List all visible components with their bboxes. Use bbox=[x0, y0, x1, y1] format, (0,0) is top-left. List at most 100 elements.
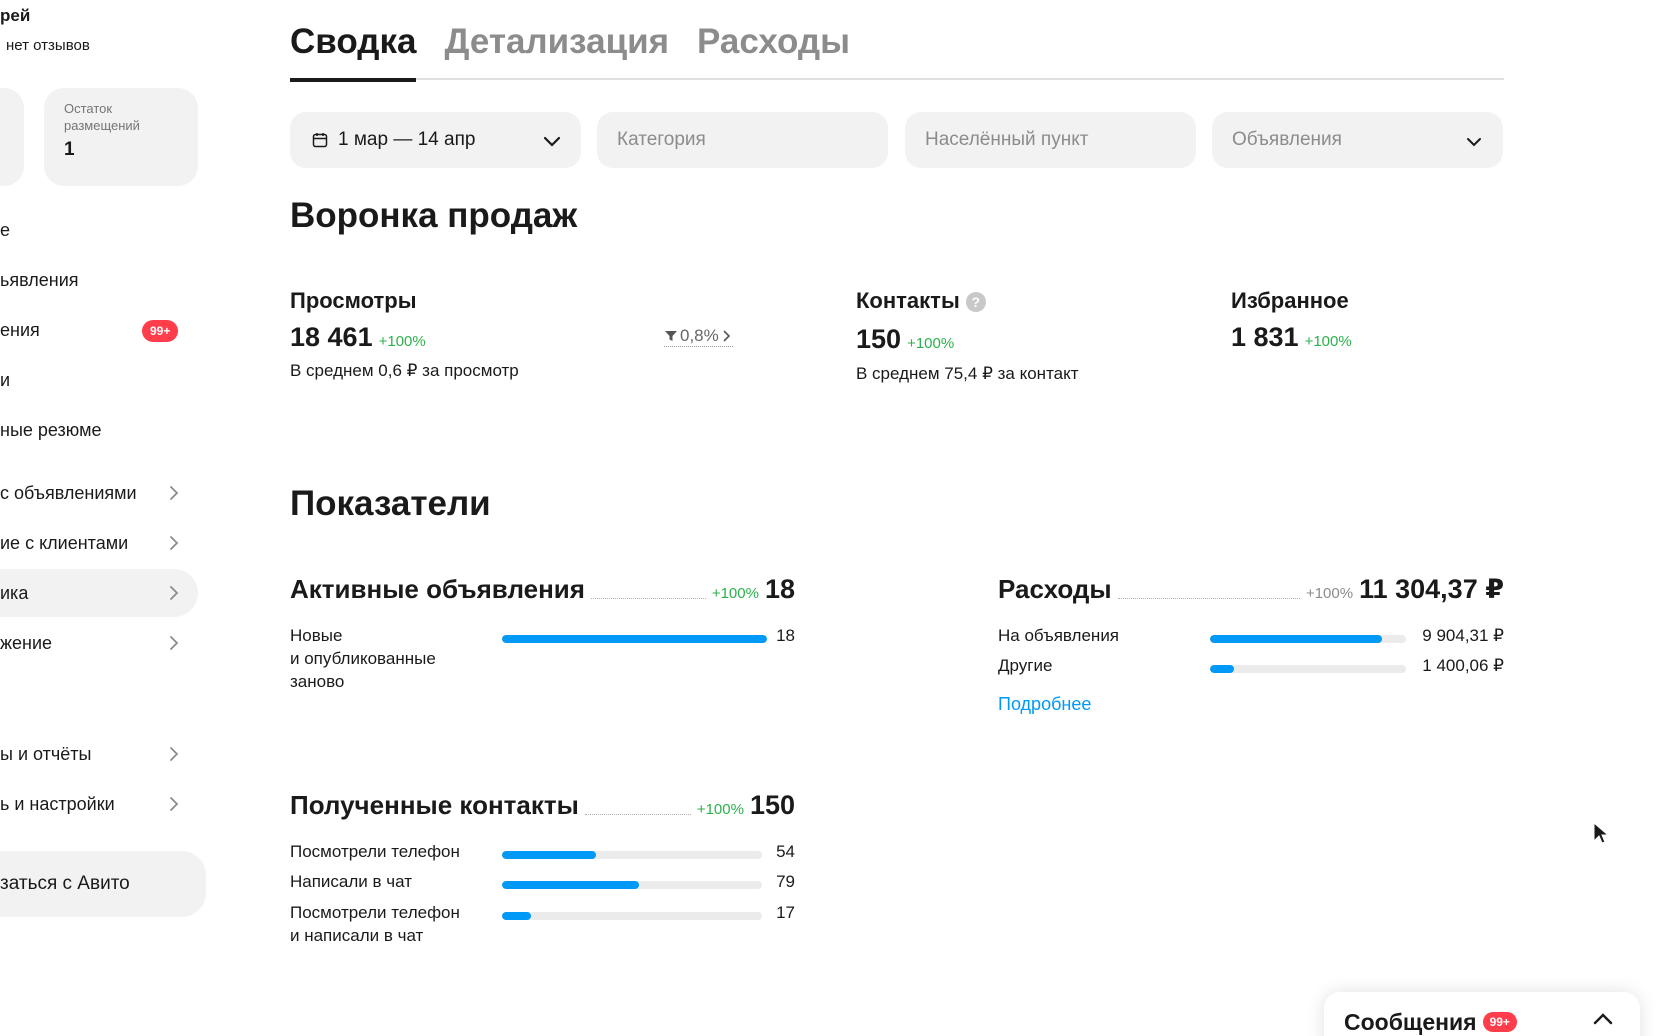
expenses-title: Расходы bbox=[998, 574, 1112, 604]
sidebar-item-settings[interactable]: ь и настройки bbox=[0, 780, 198, 828]
bar-label: Посмотрели телефон и написали в чат bbox=[290, 903, 460, 945]
contacts-row-phone: Посмотрели телефон 54 bbox=[290, 840, 795, 864]
messages-badge: 99+ bbox=[1482, 1012, 1517, 1032]
sidebar-item-ads[interactable]: ьявления bbox=[0, 256, 198, 304]
profile-name[interactable]: рей bbox=[0, 6, 30, 26]
favorites-title: Избранное bbox=[1231, 288, 1349, 313]
sidebar-item-analytics[interactable]: ика bbox=[0, 569, 198, 617]
views-title: Просмотры bbox=[290, 288, 417, 313]
bar-fill bbox=[502, 851, 596, 859]
contacts-row-chat: Написали в чат 79 bbox=[290, 870, 795, 894]
expenses-delta: +100% bbox=[1305, 585, 1354, 602]
chevron-right-icon bbox=[723, 330, 730, 342]
sidebar-messages-badge: 99+ bbox=[142, 320, 179, 342]
tab-summary[interactable]: Сводка bbox=[290, 18, 417, 82]
active-ads-header: Активные объявления +100% 18 bbox=[290, 574, 795, 605]
bar-track bbox=[502, 912, 762, 920]
dotted-leader bbox=[1117, 598, 1300, 599]
bar-value: 9 904,31 ₽ bbox=[1422, 626, 1504, 645]
sidebar-item-ads-work[interactable]: с объявлениями bbox=[0, 469, 198, 517]
sidebar-item-label: е bbox=[0, 219, 11, 240]
funnel-icon bbox=[665, 331, 677, 341]
tab-bar: Сводка Детализация Расходы bbox=[290, 18, 1504, 82]
ads-select[interactable]: Объявления bbox=[1212, 112, 1503, 168]
contacts-number: 150 bbox=[856, 324, 902, 354]
sidebar-item-resumes[interactable]: ные резюме bbox=[0, 406, 198, 454]
calendar-icon bbox=[312, 133, 328, 148]
bar-value: 17 bbox=[776, 903, 795, 922]
bar-fill bbox=[1210, 635, 1382, 643]
sidebar-item-label: с объявлениями bbox=[0, 482, 137, 503]
expenses-header: Расходы +100% 11 304,37 ₽ bbox=[998, 574, 1504, 605]
sidebar-item-label: ь и настройки bbox=[0, 793, 115, 814]
tab-expenses[interactable]: Расходы bbox=[697, 18, 850, 80]
sidebar-item-clients[interactable]: ие с клиентами bbox=[0, 519, 198, 567]
received-contacts-delta: +100% bbox=[696, 801, 744, 818]
views-conversion[interactable]: 0,8% bbox=[664, 326, 733, 347]
bar-track bbox=[502, 851, 762, 859]
sidebar-item-label: ика bbox=[0, 582, 29, 603]
sidebar: рей нет отзывов Остаток размещений 1 е ь… bbox=[0, 0, 210, 1036]
sidebar-item-3[interactable]: и bbox=[0, 356, 198, 404]
sidebar-item-label: ие с клиентами bbox=[0, 532, 129, 553]
funnel-title: Воронка продаж bbox=[290, 196, 578, 235]
profile-reviews[interactable]: нет отзывов bbox=[6, 37, 90, 54]
contacts-row-both: Посмотрели телефон и написали в чат 17 bbox=[290, 901, 795, 949]
messages-widget[interactable]: Сообщения 99+ bbox=[1324, 992, 1640, 1036]
chevron-right-icon bbox=[170, 797, 179, 811]
bar-value: 18 bbox=[776, 626, 795, 645]
bar-label: Посмотрели телефон bbox=[290, 842, 460, 861]
active-ads-title: Активные объявления bbox=[290, 574, 585, 604]
bar-fill bbox=[502, 912, 532, 920]
bar-value: 79 bbox=[776, 872, 795, 891]
views-value: 18 461 +100% bbox=[290, 322, 426, 353]
expenses-more-link[interactable]: Подробнее bbox=[998, 694, 1091, 715]
sidebar-item-0[interactable]: е bbox=[0, 206, 198, 254]
date-range-value: 1 мар — 14 апр bbox=[338, 129, 476, 150]
ads-placeholder: Объявления bbox=[1232, 129, 1342, 150]
chevron-right-icon bbox=[170, 536, 179, 550]
favorites-value: 1 831 +100% bbox=[1231, 322, 1352, 353]
chevron-right-icon bbox=[170, 747, 179, 761]
received-contacts-title: Полученные контакты bbox=[290, 790, 579, 820]
contact-avito-button[interactable]: заться с Авито bbox=[0, 851, 206, 917]
active-ads-delta: +100% bbox=[711, 585, 759, 602]
category-placeholder: Категория bbox=[617, 129, 706, 150]
date-range-select[interactable]: 1 мар — 14 апр bbox=[290, 112, 581, 168]
indicators-title: Показатели bbox=[290, 484, 491, 523]
bar-value: 1 400,06 ₽ bbox=[1422, 656, 1504, 675]
favorites-number: 1 831 bbox=[1231, 322, 1299, 352]
sidebar-item-label: ьявления bbox=[0, 269, 79, 290]
chevron-down-icon bbox=[1467, 138, 1481, 147]
chevron-right-icon bbox=[170, 586, 179, 600]
chevron-down-icon bbox=[543, 136, 561, 147]
contact-avito-label: заться с Авито bbox=[0, 873, 130, 894]
sidebar-item-label: ные резюме bbox=[0, 419, 102, 440]
bar-track bbox=[502, 635, 767, 643]
sidebar-item-promotion[interactable]: жение bbox=[0, 619, 198, 667]
chevron-up-icon[interactable] bbox=[1590, 1006, 1616, 1032]
bar-track bbox=[1210, 635, 1406, 643]
placements-left-label: Остаток размещений bbox=[64, 101, 140, 133]
messages-title: Сообщения bbox=[1344, 1008, 1477, 1035]
location-select[interactable]: Населённый пункт bbox=[905, 112, 1196, 168]
contacts-average: В среднем 75,4 ₽ за контакт bbox=[856, 364, 1079, 383]
favorites-delta: +100% bbox=[1304, 333, 1352, 350]
dotted-leader bbox=[584, 814, 691, 815]
bar-label: Другие bbox=[998, 656, 1053, 675]
bar-track bbox=[502, 881, 762, 889]
received-contacts-value: 150 bbox=[749, 790, 795, 820]
contacts-delta: +100% bbox=[907, 335, 955, 352]
help-icon[interactable]: ? bbox=[965, 292, 986, 313]
tab-details[interactable]: Детализация bbox=[444, 18, 669, 80]
expenses-value: 11 304,37 ₽ bbox=[1359, 574, 1504, 604]
chevron-right-icon bbox=[170, 636, 179, 650]
active-ads-value: 18 bbox=[764, 574, 795, 604]
sidebar-item-reports[interactable]: ы и отчёты bbox=[0, 730, 198, 778]
category-select[interactable]: Категория bbox=[597, 112, 888, 168]
mouse-cursor-icon bbox=[1593, 822, 1609, 844]
bar-label: Новые и опубликованные заново bbox=[290, 626, 436, 691]
sidebar-item-label: ы и отчёты bbox=[0, 743, 92, 764]
location-placeholder: Населённый пункт bbox=[925, 129, 1089, 150]
active-ads-row: Новые и опубликованные заново 18 bbox=[290, 624, 795, 694]
